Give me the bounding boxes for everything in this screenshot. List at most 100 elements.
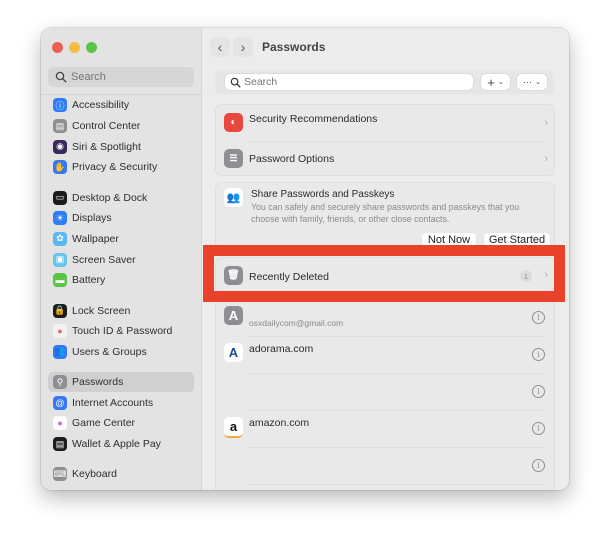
sidebar-item-passwords[interactable]: ⚲ Passwords	[48, 371, 194, 393]
info-icon[interactable]: i	[532, 422, 545, 435]
password-entry-row[interactable]: a amazon.com i	[216, 411, 554, 448]
row-divider	[248, 484, 546, 485]
passwords-search-input[interactable]	[244, 76, 464, 88]
sidebar-item-wallpaper[interactable]: ✿ Wallpaper	[48, 229, 194, 250]
recently-deleted-row[interactable]: 🗑 Recently Deleted 1 ›	[216, 258, 554, 292]
lock-icon: 🔒	[53, 303, 67, 318]
deleted-count-badge: 1	[520, 270, 532, 282]
ellipsis-icon: ···	[523, 77, 533, 87]
chevron-left-icon: ‹	[217, 39, 223, 55]
security-recommendations-label: Security Recommendations	[249, 113, 378, 125]
sidebar-item-label: Passwords	[72, 376, 124, 389]
sidebar-item-users-groups[interactable]: 👥 Users & Groups	[48, 342, 194, 363]
control-center-icon: ▤	[53, 119, 67, 134]
traffic-lights	[52, 42, 97, 53]
sidebar-search[interactable]	[48, 67, 194, 87]
trash-icon: 🗑	[224, 266, 243, 285]
siri-icon: ◉	[53, 139, 67, 154]
sidebar-item-label: Internet Accounts	[72, 396, 154, 409]
sidebar-item-keyboard[interactable]: ⌨ Keyboard	[48, 464, 194, 485]
amazon-icon: a	[224, 417, 243, 438]
titlebar: ‹ › Passwords	[210, 37, 325, 57]
info-icon[interactable]: i	[532, 385, 545, 398]
sidebar-item-privacy-security[interactable]: ✋ Privacy & Security	[48, 157, 194, 178]
sidebar-item-label: Touch ID & Password	[72, 325, 173, 338]
people-icon: 👥	[224, 188, 243, 207]
screen-saver-icon: ▣	[53, 252, 67, 267]
info-icon[interactable]: i	[532, 311, 545, 324]
password-entry-row[interactable]: i	[216, 374, 554, 411]
close-button[interactable]	[52, 42, 63, 53]
sidebar-item-label: Wallpaper	[72, 232, 119, 245]
add-menu-button[interactable]: + ⌄	[481, 74, 510, 90]
minimize-button[interactable]	[69, 42, 80, 53]
sidebar-item-label: Control Center	[72, 120, 141, 133]
security-recommendations-row[interactable]: ◐ Security Recommendations ›	[216, 105, 554, 140]
sidebar-list: ⓘ Accessibility ▤ Control Center ◉ Siri & Spo…	[48, 95, 194, 485]
info-icon[interactable]: i	[532, 348, 545, 361]
recently-deleted-label: Recently Deleted	[249, 271, 329, 283]
sidebar-item-touch-id-password[interactable]: ● Touch ID & Password	[48, 321, 194, 342]
battery-icon: ▬	[53, 273, 67, 288]
sidebar-search-input[interactable]	[71, 71, 181, 83]
sidebar-item-label: Battery	[72, 274, 106, 287]
security-options-group: ◐ Security Recommendations › ☰ Password …	[216, 105, 554, 175]
get-started-button[interactable]: Get Started	[484, 233, 550, 247]
passwords-search[interactable]	[225, 74, 473, 90]
password-entries-list: Aosxdailycom@gmail.com i Aadorama.com i i a am…	[216, 300, 554, 490]
sun-icon: ☀	[53, 211, 67, 226]
sidebar-item-accessibility[interactable]: ⓘ Accessibility	[48, 95, 194, 116]
share-passwords-group: 👥 Share Passwords and Passkeys You can s…	[216, 183, 554, 249]
sidebar-item-label: Privacy & Security	[72, 161, 158, 174]
share-description: You can safely and securely share passwo…	[251, 202, 520, 224]
zoom-button[interactable]	[86, 42, 97, 53]
sidebar-item-displays[interactable]: ☀ Displays	[48, 208, 194, 229]
sidebar-item-battery[interactable]: ▬ Battery	[48, 270, 194, 291]
sidebar-item-siri-spotlight[interactable]: ◉ Siri & Spotlight	[48, 136, 194, 157]
forward-button[interactable]: ›	[233, 37, 253, 57]
sidebar-item-game-center[interactable]: ● Game Center	[48, 413, 194, 434]
keyboard-icon: ⌨	[53, 467, 67, 482]
sidebar-item-label: Desktop & Dock	[72, 191, 148, 204]
adorama-icon: A	[224, 343, 243, 362]
chevron-right-icon: ›	[544, 269, 548, 281]
toggles-icon: ☰	[224, 149, 243, 168]
password-entry-row[interactable]: i	[216, 448, 554, 485]
chevron-right-icon: ›	[544, 153, 548, 165]
game-center-icon: ●	[53, 416, 67, 431]
at-icon: @	[53, 395, 67, 410]
password-options-row[interactable]: ☰ Password Options ›	[216, 141, 554, 175]
sidebar-item-label: Keyboard	[72, 468, 117, 481]
chevron-down-icon: ⌄	[535, 79, 541, 86]
sidebar-item-screen-saver[interactable]: ▣ Screen Saver	[48, 249, 194, 270]
sidebar-item-control-center[interactable]: ▤ Control Center	[48, 116, 194, 137]
sidebar-item-label: Game Center	[72, 417, 136, 430]
back-button[interactable]: ‹	[210, 37, 230, 57]
more-menu-button[interactable]: ··· ⌄	[517, 74, 547, 90]
sidebar-item-internet-accounts[interactable]: @ Internet Accounts	[48, 392, 194, 413]
search-icon	[55, 71, 67, 83]
not-now-button[interactable]: Not Now	[422, 233, 476, 247]
chevron-right-icon: ›	[240, 39, 246, 55]
fingerprint-icon: ●	[53, 324, 67, 339]
users-icon: 👥	[53, 344, 67, 359]
flower-icon: ✿	[53, 231, 67, 246]
accessibility-icon: ⓘ	[53, 98, 67, 113]
sidebar-item-lock-screen[interactable]: 🔒 Lock Screen	[48, 300, 194, 321]
password-entry-row[interactable]: Aosxdailycom@gmail.com i	[216, 300, 554, 337]
sidebar-item-label: Wallet & Apple Pay	[72, 438, 161, 451]
sidebar-item-label: Users & Groups	[72, 345, 147, 358]
sidebar-item-wallet-apple-pay[interactable]: ▤ Wallet & Apple Pay	[48, 434, 194, 455]
sidebar-item-label: Siri & Spotlight	[72, 140, 141, 153]
chevron-right-icon: ›	[544, 117, 548, 129]
sidebar-item-label: Displays	[72, 212, 112, 225]
page-title: Passwords	[262, 40, 326, 54]
info-icon[interactable]: i	[532, 459, 545, 472]
sidebar-item-desktop-dock[interactable]: ▭ Desktop & Dock	[48, 187, 194, 208]
password-entry-row[interactable]: Aadorama.com i	[216, 337, 554, 374]
entry-subtitle: osxdailycom@gmail.com	[249, 318, 344, 328]
